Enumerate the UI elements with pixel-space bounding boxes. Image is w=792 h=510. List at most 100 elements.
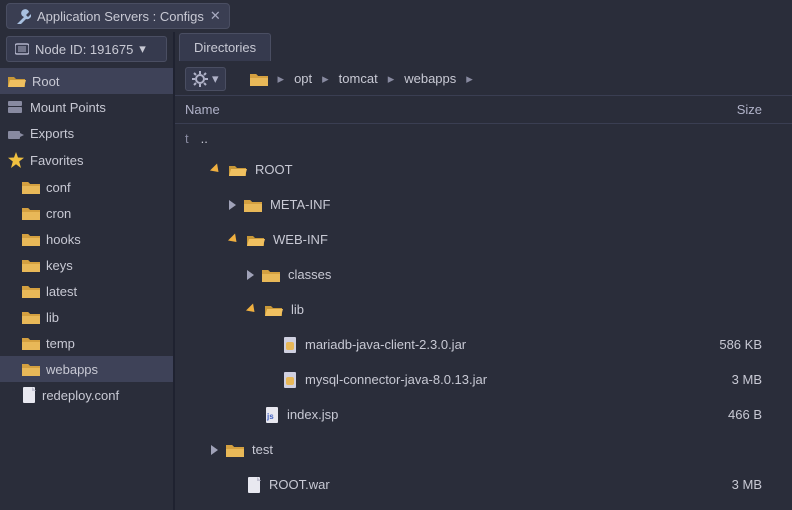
sidebar-item-label: temp xyxy=(46,336,75,351)
folder-icon xyxy=(229,163,247,177)
breadcrumb-opt[interactable]: opt xyxy=(290,71,316,86)
chevron-down-icon: ▾ xyxy=(212,71,219,87)
folder-row[interactable]: WEB-INF xyxy=(175,222,792,257)
folder-icon xyxy=(22,258,40,272)
parent-label: .. xyxy=(201,131,208,146)
column-header-name[interactable]: Name xyxy=(175,102,692,117)
sidebar-item-webapps[interactable]: webapps xyxy=(0,356,173,382)
expand-icon[interactable] xyxy=(211,445,218,455)
sidebar-item-lib[interactable]: lib xyxy=(0,304,173,330)
file-icon xyxy=(247,477,261,493)
expand-icon[interactable] xyxy=(229,200,236,210)
sidebar-item-label: webapps xyxy=(46,362,98,377)
row-size: 3 MB xyxy=(692,477,792,492)
node-icon xyxy=(15,42,29,56)
sidebar-item-redeploy[interactable]: redeploy.conf xyxy=(0,382,173,408)
file-icon xyxy=(22,387,36,403)
sidebar-item-cron[interactable]: cron xyxy=(0,200,173,226)
expand-icon[interactable] xyxy=(247,270,254,280)
sidebar-item-label: conf xyxy=(46,180,71,195)
export-icon xyxy=(8,127,24,139)
breadcrumb-webapps[interactable]: webapps xyxy=(400,71,460,86)
expand-icon[interactable] xyxy=(246,303,258,315)
folder-icon xyxy=(22,232,40,246)
sidebar-root[interactable]: Root xyxy=(0,68,173,94)
folder-icon xyxy=(226,443,244,457)
folder-row[interactable]: classes xyxy=(175,257,792,292)
folder-icon xyxy=(22,336,40,350)
star-icon xyxy=(8,152,24,168)
sidebar-item-temp[interactable]: temp xyxy=(0,330,173,356)
favorites-header[interactable]: Favorites xyxy=(0,146,173,174)
folder-row[interactable]: test xyxy=(175,432,792,467)
breadcrumb-tomcat[interactable]: tomcat xyxy=(335,71,382,86)
window-title: Application Servers : Configs xyxy=(37,9,204,24)
folder-row[interactable]: lib xyxy=(175,292,792,327)
folder-icon xyxy=(22,180,40,194)
parent-directory-row[interactable]: t .. xyxy=(175,124,792,152)
gear-icon xyxy=(192,71,208,87)
sidebar-item-label: redeploy.conf xyxy=(42,388,119,403)
row-name: ROOT.war xyxy=(269,477,330,492)
sidebar-mount-points[interactable]: Mount Points xyxy=(0,94,173,120)
sidebar-exports[interactable]: Exports xyxy=(0,120,173,146)
chevron-down-icon: ▾ xyxy=(139,41,146,57)
sidebar-item-latest[interactable]: latest xyxy=(0,278,173,304)
wrench-icon xyxy=(15,8,31,24)
row-size: 586 KB xyxy=(692,337,792,352)
breadcrumb-label: tomcat xyxy=(339,71,378,86)
sidebar-item-hooks[interactable]: hooks xyxy=(0,226,173,252)
gear-button[interactable]: ▾ xyxy=(185,67,226,91)
folder-row[interactable]: ROOT xyxy=(175,152,792,187)
row-name: mysql-connector-java-8.0.13.jar xyxy=(305,372,487,387)
folder-icon xyxy=(247,233,265,247)
sidebar-item-label: cron xyxy=(46,206,71,221)
expand-icon[interactable] xyxy=(228,233,240,245)
node-label: Node ID: 191675 xyxy=(35,42,133,57)
tab-directories[interactable]: Directories xyxy=(179,33,271,61)
jar-icon xyxy=(283,337,297,353)
sidebar-item-label: latest xyxy=(46,284,77,299)
row-name: mariadb-java-client-2.3.0.jar xyxy=(305,337,466,352)
sidebar-item-label: hooks xyxy=(46,232,81,247)
sidebar-exports-label: Exports xyxy=(30,126,74,141)
file-row[interactable]: index.jsp 466 B xyxy=(175,397,792,432)
folder-icon xyxy=(262,268,280,282)
row-name: lib xyxy=(291,302,304,317)
folder-icon xyxy=(22,362,40,376)
file-row[interactable]: mariadb-java-client-2.3.0.jar 586 KB xyxy=(175,327,792,362)
folder-row[interactable]: META-INF xyxy=(175,187,792,222)
window-tab[interactable]: Application Servers : Configs ✕ xyxy=(6,3,230,29)
parent-icon: t xyxy=(185,131,189,146)
sidebar-root-label: Root xyxy=(32,74,59,89)
jar-icon xyxy=(283,372,297,388)
row-name: ROOT xyxy=(255,162,293,177)
folder-icon xyxy=(244,198,262,212)
folder-icon xyxy=(265,303,283,317)
row-name: index.jsp xyxy=(287,407,338,422)
row-size: 466 B xyxy=(692,407,792,422)
sidebar-mount-label: Mount Points xyxy=(30,100,106,115)
node-selector[interactable]: Node ID: 191675 ▾ xyxy=(6,36,167,62)
mount-icon xyxy=(8,101,24,113)
file-row[interactable]: mysql-connector-java-8.0.13.jar 3 MB xyxy=(175,362,792,397)
expand-icon[interactable] xyxy=(210,163,222,175)
sidebar-item-keys[interactable]: keys xyxy=(0,252,173,278)
sidebar-item-label: keys xyxy=(46,258,73,273)
file-row[interactable]: ROOT.war 3 MB xyxy=(175,467,792,502)
jsp-icon xyxy=(265,407,279,423)
close-icon[interactable]: ✕ xyxy=(210,8,221,24)
folder-icon xyxy=(250,72,268,86)
row-name: META-INF xyxy=(270,197,330,212)
chevron-right-icon: ▸ xyxy=(278,71,285,87)
sidebar-item-conf[interactable]: conf xyxy=(0,174,173,200)
favorites-header-label: Favorites xyxy=(30,153,83,168)
row-name: WEB-INF xyxy=(273,232,328,247)
folder-icon xyxy=(22,310,40,324)
column-header-size[interactable]: Size xyxy=(692,102,792,117)
breadcrumb-label: webapps xyxy=(404,71,456,86)
breadcrumb-root[interactable] xyxy=(246,72,272,86)
chevron-right-icon: ▸ xyxy=(466,71,473,87)
row-size: 3 MB xyxy=(692,372,792,387)
breadcrumb-label: opt xyxy=(294,71,312,86)
